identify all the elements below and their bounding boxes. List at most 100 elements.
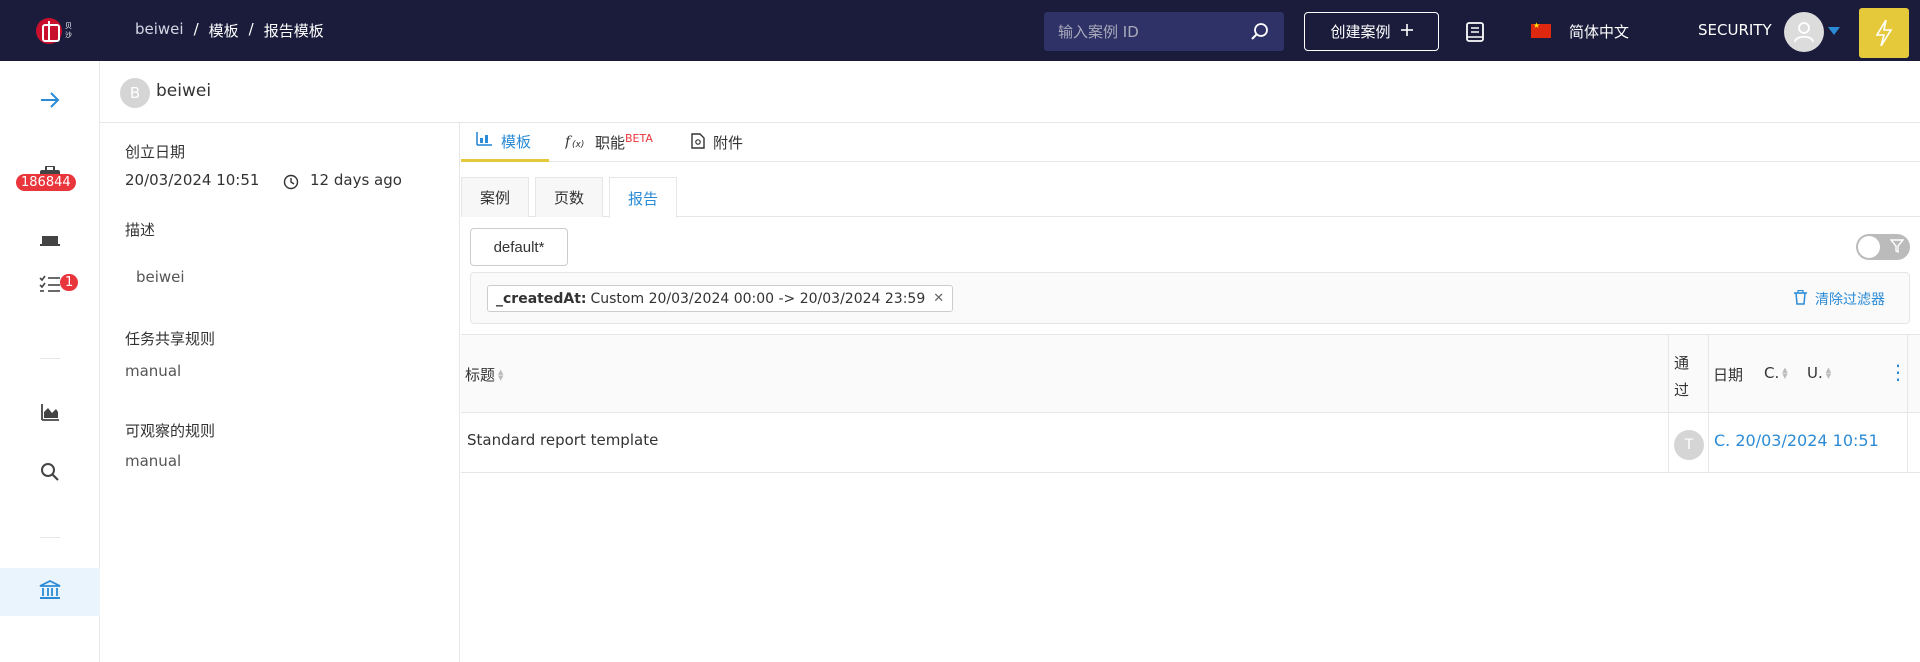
logo-text: 贝沙	[65, 22, 72, 39]
breadcrumb-separator: /	[193, 20, 199, 38]
main-tabs: 模板 f (x) 职能BETA 附件	[461, 123, 1920, 162]
created-date-label: 创立日期	[125, 143, 186, 161]
tab-templates-label: 模板	[501, 132, 532, 151]
trash-icon	[1794, 289, 1807, 309]
case-id-input[interactable]	[1058, 22, 1248, 41]
tab-templates[interactable]: 模板	[461, 123, 549, 162]
tasks-list-icon	[39, 275, 61, 297]
lightning-icon[interactable]	[1859, 8, 1909, 58]
clear-filters-button[interactable]: 清除过滤器	[1794, 289, 1885, 309]
subtab-cases[interactable]: 案例	[461, 177, 530, 217]
filter-value: Custom 20/03/2024 00:00 -> 20/03/2024 23…	[590, 290, 926, 307]
user-avatar-icon[interactable]	[1784, 12, 1824, 52]
sort-icon: ▲ ▼	[1782, 366, 1788, 380]
tasks-count-badge: 1	[60, 274, 79, 291]
tab-attachments[interactable]: 附件	[691, 123, 743, 162]
sidebar-item-dashboards[interactable]	[0, 390, 100, 438]
search-icon[interactable]	[1250, 22, 1270, 46]
column-created-label: C.	[1764, 364, 1780, 382]
top-bar: 贝沙 beiwei / 模板 / 报告模板 创建案例 简体中文 SECURITY	[0, 0, 1920, 61]
file-attachment-icon	[691, 132, 705, 153]
filter-field: _createdAt:	[496, 290, 587, 307]
column-created[interactable]: C. ▲ ▼	[1764, 364, 1788, 382]
column-options-icon[interactable]: ⋮	[1888, 360, 1908, 384]
breadcrumb: beiwei / 模板 / 报告模板	[135, 20, 324, 41]
column-title-label: 标题	[465, 366, 496, 384]
subtab-reports[interactable]: 报告	[609, 177, 678, 218]
breadcrumb-item-templates[interactable]: 模板	[209, 20, 239, 41]
close-icon[interactable]: ✕	[933, 291, 944, 306]
sort-icon: ▲ ▼	[498, 367, 504, 382]
template-chart-icon	[475, 131, 493, 151]
logo-icon	[36, 18, 62, 44]
column-updated-label: U.	[1807, 364, 1823, 382]
organisation-name: beiwei	[156, 81, 212, 101]
tab-functions-label: 职能BETA	[595, 132, 653, 152]
row-created-date-link[interactable]: C. 20/03/2024 10:51	[1714, 431, 1879, 450]
filter-preset-button[interactable]: default*	[470, 228, 568, 266]
svg-text:(x): (x)	[572, 140, 584, 149]
arrow-right-icon	[40, 92, 60, 112]
profile-header	[100, 61, 1920, 123]
breadcrumb-item-org[interactable]: beiwei	[135, 20, 184, 41]
expand-sidebar-button[interactable]	[0, 78, 100, 126]
description-value: beiwei	[136, 268, 185, 286]
bank-icon	[39, 579, 61, 604]
created-date-value: 20/03/2024 10:51	[125, 171, 260, 189]
create-case-label: 创建案例	[1330, 24, 1391, 41]
filter-icon	[1889, 239, 1905, 257]
breadcrumb-separator: /	[248, 20, 254, 38]
create-case-button[interactable]: 创建案例	[1304, 12, 1439, 51]
observable-rule-label: 可观察的规则	[125, 422, 216, 440]
column-passed-label: 通	[1674, 354, 1690, 372]
sidebar-item-alerts[interactable]	[0, 211, 100, 259]
column-passed[interactable]: 通 过	[1674, 352, 1689, 400]
sort-icon: ▲ ▼	[1825, 366, 1832, 380]
china-flag-icon[interactable]	[1531, 21, 1551, 38]
details-panel	[100, 123, 460, 662]
left-sidebar: 186844 1	[0, 61, 100, 662]
alert-icon	[39, 232, 61, 250]
sidebar-item-search[interactable]	[0, 450, 100, 498]
language-selector[interactable]: 简体中文	[1569, 21, 1629, 42]
sidebar-item-organisation[interactable]	[0, 568, 100, 616]
case-search	[1044, 12, 1284, 51]
column-updated[interactable]: U. ▲ ▼	[1807, 364, 1831, 382]
observable-rule-value: manual	[125, 452, 182, 470]
filter-chip-created-at[interactable]: _createdAt: Custom 20/03/2024 00:00 -> 2…	[487, 285, 954, 312]
row-title[interactable]: Standard report template	[467, 431, 658, 449]
filter-toggle[interactable]	[1856, 234, 1910, 260]
book-icon[interactable]	[1466, 22, 1484, 46]
app-logo[interactable]: 贝沙	[36, 15, 76, 47]
tab-functions[interactable]: f (x) 职能BETA	[564, 123, 653, 162]
sidebar-divider	[40, 537, 60, 538]
plus-icon	[1400, 23, 1413, 40]
active-filters-bar: _createdAt: Custom 20/03/2024 00:00 -> 2…	[470, 272, 1910, 324]
task-sharing-value: manual	[125, 362, 182, 380]
task-sharing-label: 任务共享规则	[125, 330, 216, 348]
chevron-down-icon[interactable]	[1828, 27, 1840, 35]
area-chart-icon	[40, 403, 60, 425]
created-relative-time: 12 days ago	[310, 171, 402, 189]
sub-tabs: 案例 页数 报告	[461, 177, 1920, 218]
column-title[interactable]: 标题 ▲ ▼	[465, 364, 503, 385]
subtab-pages[interactable]: 页数	[535, 177, 604, 217]
tab-attachments-label: 附件	[713, 134, 744, 152]
sidebar-divider	[40, 358, 60, 359]
organisation-avatar: B	[120, 78, 150, 108]
toggle-knob	[1858, 236, 1880, 258]
breadcrumb-item-report-templates: 报告模板	[263, 22, 324, 40]
column-date[interactable]: 日期	[1713, 364, 1743, 385]
clock-icon	[283, 174, 299, 194]
function-icon: f (x)	[564, 133, 587, 153]
user-name[interactable]: SECURITY	[1698, 21, 1772, 39]
beta-badge: BETA	[625, 132, 653, 145]
clear-filters-label: 清除过滤器	[1815, 292, 1885, 308]
row-author-avatar: T	[1674, 430, 1704, 460]
table-header	[461, 334, 1920, 413]
column-passed-label: 过	[1674, 381, 1690, 399]
search-icon	[40, 462, 60, 486]
sidebar-item-tasks[interactable]	[0, 262, 100, 310]
alerts-count-badge: 186844	[16, 174, 76, 191]
description-label: 描述	[125, 221, 156, 239]
